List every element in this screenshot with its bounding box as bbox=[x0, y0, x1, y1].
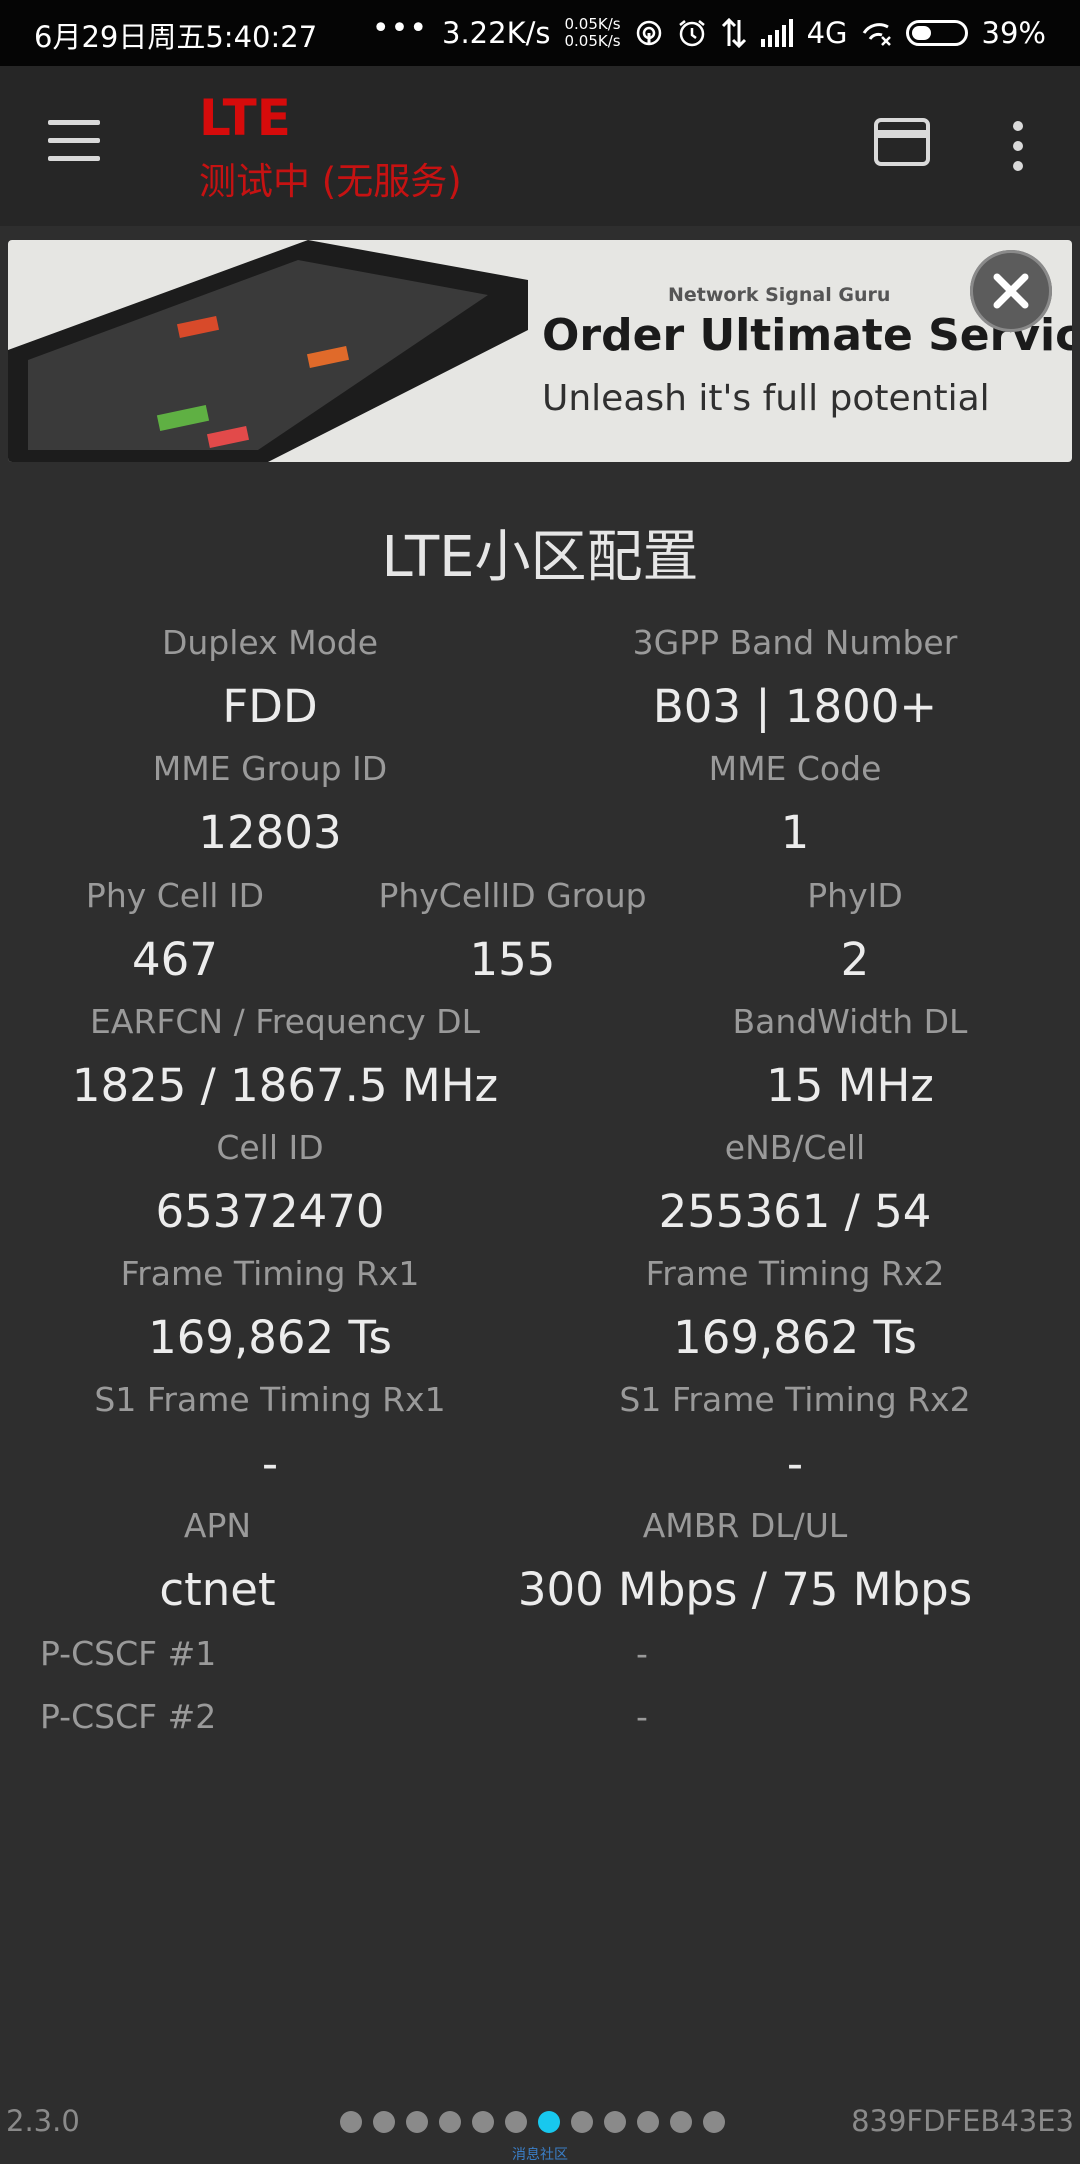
apn-label: APN bbox=[183, 1506, 252, 1545]
phyid-label: PhyID bbox=[807, 876, 903, 915]
page-dot[interactable] bbox=[472, 2111, 494, 2133]
band-number-value: B03 | 1800+ bbox=[652, 680, 938, 733]
page-dot[interactable] bbox=[340, 2111, 362, 2133]
ad-phone-image bbox=[8, 240, 528, 462]
mme-group-label: MME Group ID bbox=[152, 749, 388, 788]
mme-code-label: MME Code bbox=[708, 749, 882, 788]
enb-cell-value: 255361 / 54 bbox=[658, 1185, 932, 1238]
phycellid-group-value: 155 bbox=[469, 933, 556, 986]
device-id: 839FDFEB43E3 bbox=[851, 2104, 1074, 2138]
more-notifications-icon: ••• bbox=[371, 10, 429, 46]
band-number-label: 3GPP Band Number bbox=[632, 623, 958, 662]
frame-timing-rx1-label: Frame Timing Rx1 bbox=[120, 1254, 420, 1293]
page-indicator[interactable] bbox=[340, 2111, 725, 2133]
status-bar: 6月29日周五5:40:27 ••• 3.22K/s 0.05K/s 0.05K… bbox=[0, 0, 1080, 66]
network-rates: 0.05K/s 0.05K/s bbox=[564, 16, 620, 50]
menu-line bbox=[48, 138, 100, 143]
menu-line bbox=[48, 120, 100, 125]
frame-timing-rx2-value: 169,862 Ts bbox=[673, 1311, 917, 1364]
page-dot[interactable] bbox=[406, 2111, 428, 2133]
close-icon[interactable] bbox=[970, 250, 1052, 332]
page-dot[interactable] bbox=[373, 2111, 395, 2133]
ad-banner[interactable]: Network Signal Guru Order Ultimate Servi… bbox=[8, 240, 1072, 462]
menu-line bbox=[48, 156, 100, 161]
network-speed: 3.22K/s bbox=[442, 16, 551, 50]
s1-frame-timing-rx2-label: S1 Frame Timing Rx2 bbox=[619, 1380, 971, 1419]
s1-frame-timing-rx1-value: - bbox=[261, 1437, 279, 1490]
toolbar-title: LTE bbox=[199, 89, 291, 147]
battery-level bbox=[911, 26, 932, 40]
card-icon[interactable] bbox=[874, 118, 930, 166]
signal-icon bbox=[760, 19, 793, 47]
page-dot[interactable] bbox=[571, 2111, 593, 2133]
mme-group-value: 12803 bbox=[198, 806, 342, 859]
page-dot[interactable] bbox=[439, 2111, 461, 2133]
ambr-value: 300 Mbps / 75 Mbps bbox=[517, 1563, 973, 1616]
app-toolbar: LTE 测试中 (无服务) bbox=[0, 66, 1080, 226]
phyid-value: 2 bbox=[840, 933, 870, 986]
toolbar-subtitle: 测试中 (无服务) bbox=[199, 160, 462, 203]
page-dot[interactable] bbox=[505, 2111, 527, 2133]
watermark: 消息社区 bbox=[512, 2147, 568, 2163]
rate-down: 0.05K/s bbox=[564, 32, 621, 50]
rate-up: 0.05K/s bbox=[564, 15, 621, 33]
alarm-icon bbox=[677, 18, 707, 48]
s1-frame-timing-rx2-value: - bbox=[786, 1437, 804, 1490]
battery-percent: 39% bbox=[981, 16, 1046, 50]
pcscf1-label: P-CSCF #1 bbox=[40, 1634, 217, 1673]
duplex-mode-label: Duplex Mode bbox=[161, 623, 379, 662]
ad-brand: Network Signal Guru bbox=[668, 284, 891, 306]
s1-frame-timing-rx1-label: S1 Frame Timing Rx1 bbox=[94, 1380, 446, 1419]
app-version: 2.3.0 bbox=[6, 2104, 80, 2138]
phycellid-group-label: PhyCellID Group bbox=[378, 876, 647, 915]
pcscf1-value: - bbox=[636, 1634, 648, 1673]
status-time: 6月29日周五5:40:27 bbox=[34, 20, 318, 54]
menu-button[interactable] bbox=[48, 120, 104, 162]
apn-value: ctnet bbox=[159, 1563, 276, 1616]
page-dot[interactable] bbox=[604, 2111, 626, 2133]
data-transfer-icon bbox=[721, 18, 747, 48]
phy-cell-id-label: Phy Cell ID bbox=[85, 876, 265, 915]
page-title: LTE小区配置 bbox=[381, 525, 699, 590]
hotspot-icon bbox=[635, 19, 663, 47]
enb-cell-label: eNB/Cell bbox=[724, 1128, 866, 1167]
frame-timing-rx1-value: 169,862 Ts bbox=[148, 1311, 392, 1364]
ad-tagline: Unleash it's full potential bbox=[542, 378, 990, 419]
earfcn-label: EARFCN / Frequency DL bbox=[90, 1002, 480, 1041]
page-dot-active[interactable] bbox=[538, 2111, 560, 2133]
frame-timing-rx2-label: Frame Timing Rx2 bbox=[645, 1254, 945, 1293]
more-options-icon[interactable] bbox=[1000, 118, 1036, 174]
page-dot[interactable] bbox=[703, 2111, 725, 2133]
ambr-label: AMBR DL/UL bbox=[642, 1506, 848, 1545]
duplex-mode-value: FDD bbox=[222, 680, 318, 733]
mme-code-value: 1 bbox=[780, 806, 810, 859]
network-type: 4G bbox=[806, 16, 848, 50]
phy-cell-id-value: 467 bbox=[132, 933, 218, 986]
cell-id-value: 65372470 bbox=[155, 1185, 385, 1238]
page-dot[interactable] bbox=[670, 2111, 692, 2133]
pcscf2-value: - bbox=[636, 1697, 648, 1736]
bandwidth-value: 15 MHz bbox=[766, 1059, 934, 1112]
status-icons: ••• 3.22K/s 0.05K/s 0.05K/s 4G 39% bbox=[372, 0, 1046, 66]
cell-id-label: Cell ID bbox=[216, 1128, 324, 1167]
wifi-off-icon bbox=[862, 19, 892, 47]
battery-icon bbox=[905, 20, 968, 46]
bandwidth-label: BandWidth DL bbox=[732, 1002, 968, 1041]
pcscf2-label: P-CSCF #2 bbox=[40, 1697, 217, 1736]
earfcn-value: 1825 / 1867.5 MHz bbox=[71, 1059, 499, 1112]
page-dot[interactable] bbox=[637, 2111, 659, 2133]
